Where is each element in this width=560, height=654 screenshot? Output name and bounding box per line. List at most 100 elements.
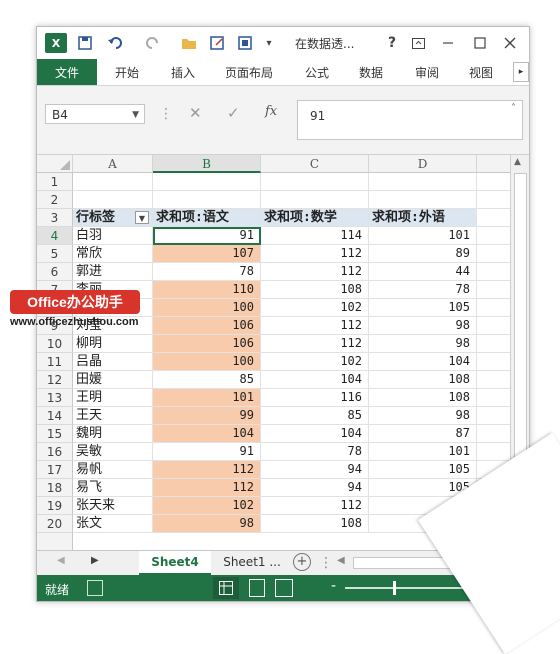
table-cell[interactable]: 105 xyxy=(369,461,477,479)
table-cell[interactable] xyxy=(261,191,369,209)
column-header-c[interactable]: C xyxy=(261,155,369,173)
open-folder-icon[interactable] xyxy=(179,33,199,53)
row-header[interactable]: 17 xyxy=(37,461,73,479)
table-cell[interactable]: 108 xyxy=(261,515,369,533)
normal-view-icon[interactable] xyxy=(213,577,239,599)
table-cell[interactable]: 108 xyxy=(369,389,477,407)
page-layout-view-icon[interactable] xyxy=(249,579,265,597)
column-header-d[interactable]: D xyxy=(369,155,477,173)
table-cell[interactable]: 91 xyxy=(153,443,261,461)
table-cell[interactable]: 105 xyxy=(369,299,477,317)
row-header[interactable]: 20 xyxy=(37,515,73,533)
table-cell[interactable] xyxy=(477,335,511,353)
table-cell[interactable] xyxy=(477,317,511,335)
column-header-e[interactable] xyxy=(477,155,511,173)
chevron-up-icon[interactable]: ˄ xyxy=(511,103,516,114)
table-cell[interactable]: 102 xyxy=(153,497,261,515)
table-cell[interactable]: 110 xyxy=(153,281,261,299)
column-header-b[interactable]: B xyxy=(153,155,261,173)
row-header[interactable]: 18 xyxy=(37,479,73,497)
table-cell[interactable]: 郭进 xyxy=(73,263,153,281)
hscroll-left-icon[interactable]: ◀ xyxy=(337,555,345,566)
table-cell[interactable]: 112 xyxy=(261,335,369,353)
table-cell[interactable] xyxy=(477,245,511,263)
cancel-icon[interactable]: ✕ xyxy=(189,104,202,122)
table-cell[interactable]: 张文 xyxy=(73,515,153,533)
redo-icon[interactable] xyxy=(137,33,167,53)
row-header[interactable]: 3 xyxy=(37,209,73,227)
minimize-icon[interactable] xyxy=(439,33,457,53)
tab-prev-icon[interactable]: ◀ xyxy=(57,555,65,566)
table-cell[interactable]: 99 xyxy=(153,407,261,425)
table-cell[interactable] xyxy=(369,173,477,191)
insert-function-icon[interactable]: fx xyxy=(265,104,277,119)
table-cell[interactable] xyxy=(153,191,261,209)
table-cell[interactable]: 112 xyxy=(153,479,261,497)
preview-icon[interactable] xyxy=(235,33,255,53)
table-cell[interactable] xyxy=(477,407,511,425)
enter-icon[interactable]: ✓ xyxy=(227,104,240,122)
pivot-header-cell[interactable]: 求和项:数学 xyxy=(261,209,369,227)
table-cell[interactable]: 98 xyxy=(369,335,477,353)
table-cell[interactable]: 101 xyxy=(369,443,477,461)
table-cell[interactable]: 102 xyxy=(261,299,369,317)
table-cell[interactable]: 116 xyxy=(261,389,369,407)
row-header[interactable] xyxy=(37,533,73,550)
table-cell[interactable]: 98 xyxy=(369,407,477,425)
table-cell[interactable]: 44 xyxy=(369,263,477,281)
table-cell[interactable] xyxy=(369,191,477,209)
table-cell[interactable]: 田媛 xyxy=(73,371,153,389)
tab-page-layout[interactable]: 页面布局 xyxy=(225,64,273,81)
table-cell[interactable] xyxy=(153,173,261,191)
tab-formulas[interactable]: 公式 xyxy=(305,64,329,81)
table-cell[interactable]: 100 xyxy=(153,299,261,317)
row-header[interactable]: 10 xyxy=(37,335,73,353)
formula-input[interactable]: 91 ˄ xyxy=(297,100,523,140)
table-cell[interactable]: 104 xyxy=(261,371,369,389)
table-cell[interactable] xyxy=(477,227,511,245)
tab-home[interactable]: 开始 xyxy=(115,64,139,81)
table-cell[interactable]: 白羽 xyxy=(73,227,153,245)
table-cell[interactable]: 101 xyxy=(369,227,477,245)
table-cell[interactable]: 104 xyxy=(369,353,477,371)
sheet-tab-sheet1[interactable]: Sheet1 ... xyxy=(215,551,289,573)
close-icon[interactable] xyxy=(501,33,519,53)
filter-dropdown-icon[interactable]: ▼ xyxy=(135,211,149,224)
zoom-slider-thumb[interactable] xyxy=(393,581,396,595)
row-header[interactable]: 12 xyxy=(37,371,73,389)
table-cell[interactable] xyxy=(477,263,511,281)
pivot-header-cell[interactable]: 求和项:语文 xyxy=(153,209,261,227)
row-header[interactable]: 4 xyxy=(37,227,73,245)
scroll-up-icon[interactable]: ▲ xyxy=(514,157,521,167)
table-cell[interactable]: 85 xyxy=(153,371,261,389)
table-cell[interactable]: 94 xyxy=(261,479,369,497)
table-cell[interactable]: 78 xyxy=(153,263,261,281)
ribbon-display-icon[interactable] xyxy=(409,33,427,53)
table-cell[interactable] xyxy=(477,191,511,209)
row-header[interactable]: 1 xyxy=(37,173,73,191)
tab-file[interactable]: 文件 xyxy=(37,59,97,85)
table-cell[interactable]: 112 xyxy=(261,317,369,335)
customize-icon[interactable]: ▾ xyxy=(261,33,277,53)
table-cell[interactable]: 柳明 xyxy=(73,335,153,353)
add-sheet-icon[interactable]: + xyxy=(293,553,311,571)
worksheet-grid[interactable]: A B C D 1 2 3 行标签 ▼ 求和项:语文 求和项:数学 求和项:外语 4 白羽 91 11… xyxy=(37,155,529,550)
table-cell[interactable]: 108 xyxy=(369,371,477,389)
table-cell[interactable]: 98 xyxy=(369,317,477,335)
table-cell[interactable] xyxy=(477,443,511,461)
table-cell[interactable]: 易飞 xyxy=(73,479,153,497)
table-cell[interactable]: 91 xyxy=(153,227,261,245)
column-header-a[interactable]: A xyxy=(73,155,153,173)
row-header[interactable]: 13 xyxy=(37,389,73,407)
table-cell[interactable] xyxy=(73,191,153,209)
table-cell[interactable]: 108 xyxy=(261,281,369,299)
table-cell[interactable]: 89 xyxy=(369,245,477,263)
tab-next-icon[interactable]: ▶ xyxy=(91,555,99,566)
row-header[interactable]: 2 xyxy=(37,191,73,209)
tab-insert[interactable]: 插入 xyxy=(171,64,195,81)
table-cell[interactable]: 吕晶 xyxy=(73,353,153,371)
chevron-down-icon[interactable]: ▼ xyxy=(132,105,139,125)
row-header[interactable]: 15 xyxy=(37,425,73,443)
table-cell[interactable]: 78 xyxy=(369,281,477,299)
row-header[interactable]: 5 xyxy=(37,245,73,263)
